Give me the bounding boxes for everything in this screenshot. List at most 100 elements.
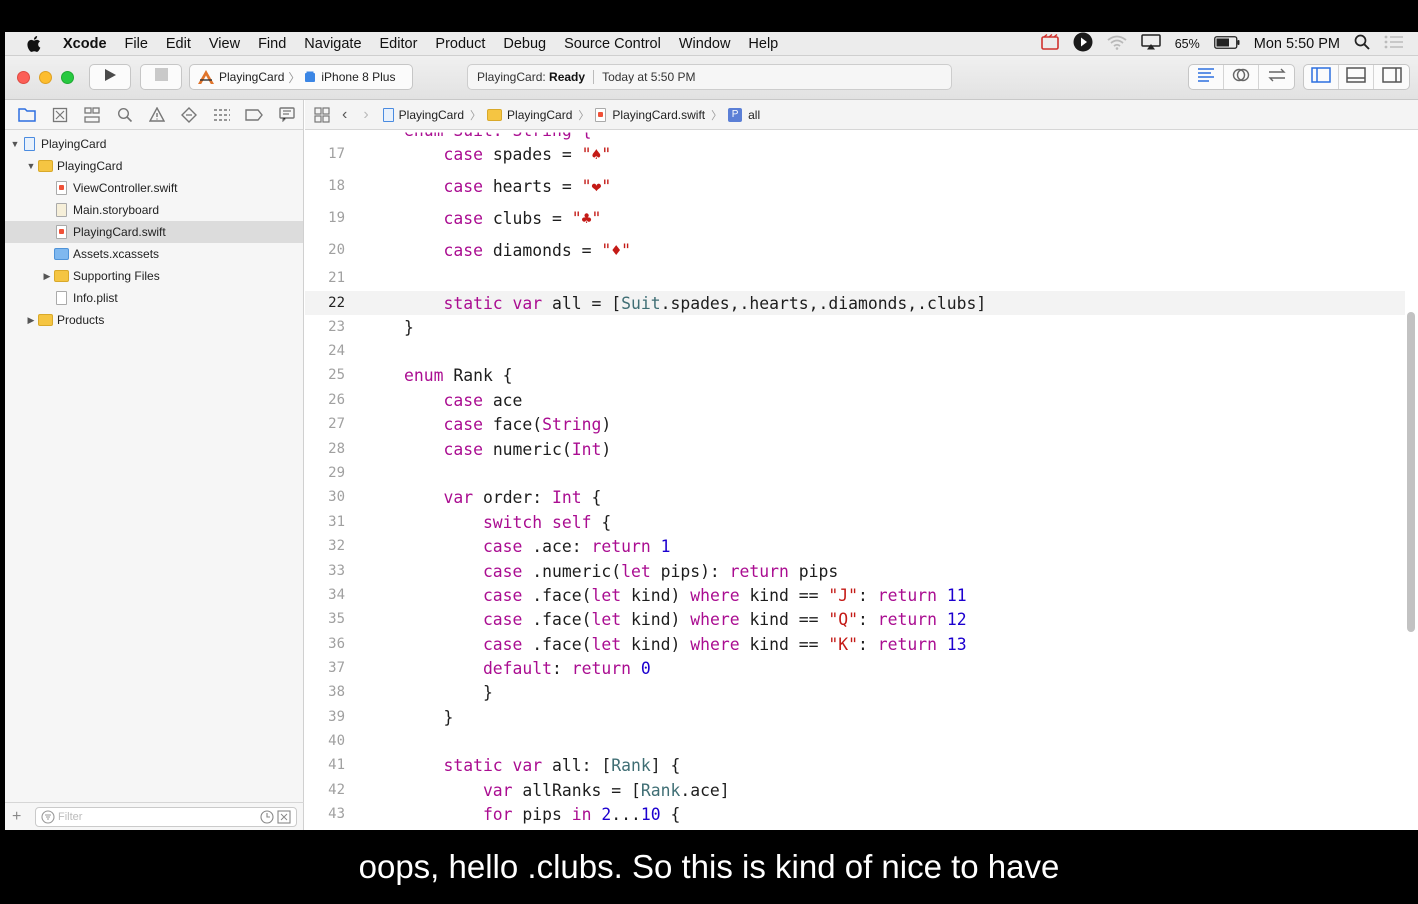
line-number[interactable]: 21 bbox=[305, 270, 345, 286]
menu-product[interactable]: Product bbox=[435, 36, 485, 52]
line-number[interactable]: 34 bbox=[305, 587, 345, 603]
code-line[interactable]: 40 bbox=[305, 729, 1405, 753]
code-line[interactable]: 42 var allRanks = [Rank.ace] bbox=[305, 778, 1405, 802]
version-editor-button[interactable] bbox=[1259, 65, 1294, 89]
airplay-icon[interactable] bbox=[1140, 34, 1161, 54]
toggle-navigator-button[interactable] bbox=[1304, 65, 1339, 89]
report-navigator-tab[interactable] bbox=[271, 107, 303, 122]
line-number[interactable]: 36 bbox=[305, 636, 345, 652]
close-window-button[interactable] bbox=[17, 71, 30, 84]
zoom-window-button[interactable] bbox=[61, 71, 74, 84]
line-number[interactable]: 25 bbox=[305, 367, 345, 383]
line-number[interactable]: 31 bbox=[305, 514, 345, 530]
code-line[interactable]: 35 case .face(let kind) where kind == "Q… bbox=[305, 607, 1405, 631]
breadcrumb-symbol[interactable]: P all bbox=[728, 107, 760, 122]
code-line[interactable]: 41 static var all: [Rank] { bbox=[305, 753, 1405, 777]
code-line[interactable]: 22 static var all = [Suit.spades,.hearts… bbox=[305, 291, 1405, 315]
code-line[interactable]: 39 } bbox=[305, 705, 1405, 729]
code-line[interactable]: 24 bbox=[305, 339, 1405, 363]
code-line[interactable]: 23} bbox=[305, 315, 1405, 339]
code-line[interactable]: 29 bbox=[305, 461, 1405, 485]
modified-files-icon[interactable] bbox=[277, 810, 291, 827]
menu-window[interactable]: Window bbox=[679, 36, 731, 52]
debug-navigator-tab[interactable] bbox=[206, 108, 238, 122]
project-navigator-tab[interactable] bbox=[11, 107, 43, 122]
code-line[interactable]: 33 case .numeric(let pips): return pips bbox=[305, 559, 1405, 583]
menu-view[interactable]: View bbox=[209, 36, 240, 52]
line-number[interactable]: 42 bbox=[305, 782, 345, 798]
code-line[interactable]: 17 case spades = "♠" bbox=[305, 142, 1405, 166]
wifi-icon[interactable] bbox=[1107, 35, 1127, 54]
line-number[interactable]: 20 bbox=[305, 242, 345, 258]
disclosure-open-icon[interactable]: ▼ bbox=[9, 139, 21, 149]
line-number[interactable]: 41 bbox=[305, 757, 345, 773]
line-number[interactable]: 24 bbox=[305, 343, 345, 359]
line-number[interactable]: 38 bbox=[305, 684, 345, 700]
issue-navigator-tab[interactable] bbox=[141, 107, 173, 122]
toggle-inspector-button[interactable] bbox=[1374, 65, 1409, 89]
tree-item-info-plist[interactable]: Info.plist bbox=[5, 287, 303, 309]
line-number[interactable]: 18 bbox=[305, 178, 345, 194]
add-file-icon[interactable]: + bbox=[12, 808, 21, 826]
code-line[interactable]: 21 bbox=[305, 266, 1405, 290]
line-number[interactable]: 22 bbox=[305, 295, 345, 311]
line-number[interactable]: 37 bbox=[305, 660, 345, 676]
symbol-navigator-tab[interactable] bbox=[76, 106, 108, 123]
tree-item-products[interactable]: ▶ Products bbox=[5, 309, 303, 331]
minimize-window-button[interactable] bbox=[39, 71, 52, 84]
code-line[interactable]: 34 case .face(let kind) where kind == "J… bbox=[305, 583, 1405, 607]
disclosure-closed-icon[interactable]: ▶ bbox=[41, 271, 53, 282]
code-line[interactable]: 38 } bbox=[305, 680, 1405, 704]
disclosure-closed-icon[interactable]: ▶ bbox=[25, 315, 37, 326]
line-number[interactable]: 33 bbox=[305, 563, 345, 579]
line-number[interactable]: 43 bbox=[305, 806, 345, 822]
run-button[interactable] bbox=[89, 64, 131, 90]
line-number[interactable]: 28 bbox=[305, 441, 345, 457]
test-navigator-tab[interactable] bbox=[173, 106, 205, 123]
editor-scrollbar[interactable] bbox=[1407, 312, 1415, 632]
battery-icon[interactable] bbox=[1213, 35, 1240, 53]
tree-item-project[interactable]: ▼ PlayingCard bbox=[5, 133, 303, 155]
code-line[interactable]: 25 enum Rank { bbox=[305, 363, 1405, 387]
tree-item-supporting-files[interactable]: ▶ Supporting Files bbox=[5, 265, 303, 287]
menu-navigate[interactable]: Navigate bbox=[304, 36, 361, 52]
menu-editor[interactable]: Editor bbox=[380, 36, 418, 52]
code-line[interactable]: 37 default: return 0 bbox=[305, 656, 1405, 680]
line-number[interactable]: 29 bbox=[305, 465, 345, 481]
apple-icon[interactable] bbox=[27, 35, 49, 52]
code-line[interactable]: 31 switch self { bbox=[305, 510, 1405, 534]
breadcrumb-group[interactable]: PlayingCard bbox=[487, 108, 572, 122]
find-navigator-tab[interactable] bbox=[108, 107, 140, 123]
breakpoint-navigator-tab[interactable] bbox=[238, 108, 270, 121]
disclosure-open-icon[interactable]: ▼ bbox=[25, 161, 37, 171]
breadcrumb-file[interactable]: PlayingCard.swift bbox=[595, 107, 705, 122]
tree-item-viewcontroller[interactable]: ViewController.swift bbox=[5, 177, 303, 199]
code-line[interactable]: 18 case hearts = "❤" bbox=[305, 174, 1405, 198]
menu-help[interactable]: Help bbox=[748, 36, 778, 52]
breadcrumb-project[interactable]: PlayingCard bbox=[382, 107, 464, 122]
assistant-editor-button[interactable] bbox=[1224, 65, 1259, 89]
screen-recorder-icon[interactable] bbox=[1040, 33, 1059, 54]
source-control-navigator-tab[interactable] bbox=[43, 107, 75, 123]
line-number[interactable]: 35 bbox=[305, 611, 345, 627]
code-line[interactable]: 36 case .face(let kind) where kind == "K… bbox=[305, 632, 1405, 656]
line-number[interactable]: 23 bbox=[305, 319, 345, 335]
recent-files-icon[interactable] bbox=[260, 810, 274, 827]
line-number[interactable]: 17 bbox=[305, 146, 345, 162]
source-editor[interactable]: enum Suit: String { 17 case spades = "♠"… bbox=[305, 130, 1418, 830]
tree-item-assets[interactable]: Assets.xcassets bbox=[5, 243, 303, 265]
menu-debug[interactable]: Debug bbox=[503, 36, 546, 52]
line-number[interactable]: 19 bbox=[305, 210, 345, 226]
menu-source-control[interactable]: Source Control bbox=[564, 36, 661, 52]
code-line[interactable]: 20 case diamonds = "♦" bbox=[305, 238, 1405, 262]
forward-arrow-icon[interactable]: › bbox=[363, 106, 368, 124]
menubar-clock[interactable]: Mon 5:50 PM bbox=[1254, 36, 1340, 52]
scheme-selector[interactable]: PlayingCard 〉 iPhone 8 Plus bbox=[189, 64, 413, 90]
code-line[interactable]: 27 case face(String) bbox=[305, 412, 1405, 436]
stop-button[interactable] bbox=[140, 64, 182, 90]
code-line[interactable]: 19 case clubs = "♣" bbox=[305, 206, 1405, 230]
code-line[interactable]: 26 case ace bbox=[305, 388, 1405, 412]
code-line[interactable]: 30 var order: Int { bbox=[305, 485, 1405, 509]
line-number[interactable]: 32 bbox=[305, 538, 345, 554]
menu-app-xcode[interactable]: Xcode bbox=[63, 36, 107, 52]
